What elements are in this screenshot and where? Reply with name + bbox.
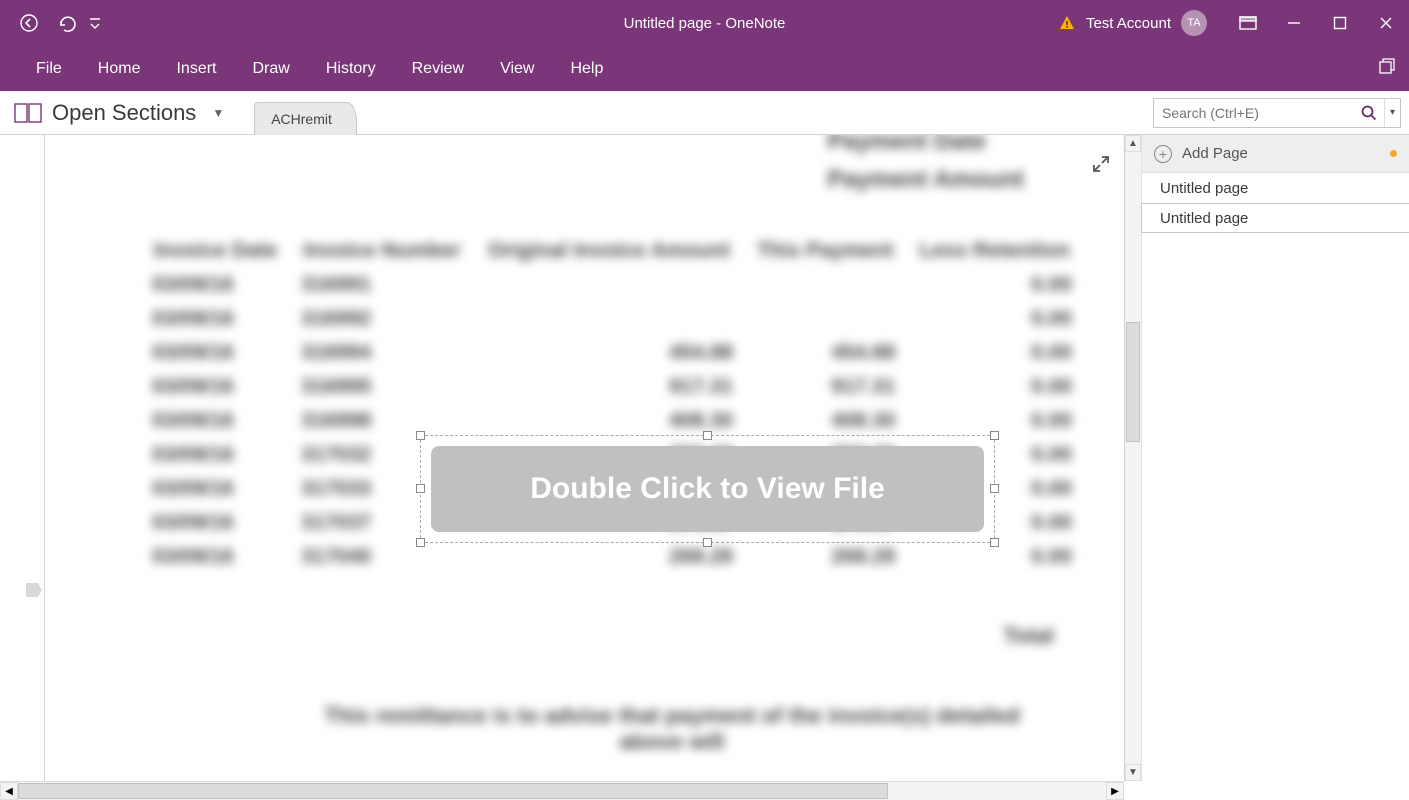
scroll-down-icon[interactable]: ▼: [1125, 764, 1141, 781]
scrollbar-thumb[interactable]: [1126, 322, 1140, 442]
maximize-button[interactable]: [1317, 0, 1363, 46]
back-button[interactable]: [10, 0, 48, 46]
resize-handle[interactable]: [416, 484, 425, 493]
section-tab-label: ACHremit: [271, 111, 332, 127]
ribbon-display-options-icon[interactable]: [1225, 0, 1271, 46]
restore-windows-icon[interactable]: [1377, 56, 1397, 81]
avatar[interactable]: TA: [1181, 10, 1207, 36]
section-toolbar: Open Sections ▼ ACHremit ▾: [0, 91, 1409, 135]
object-selection[interactable]: Double Click to View File: [420, 435, 995, 543]
search-box[interactable]: ▾: [1153, 98, 1401, 128]
qat-customize-icon[interactable]: [86, 0, 104, 46]
resize-handle[interactable]: [990, 484, 999, 493]
menu-insert[interactable]: Insert: [158, 50, 234, 88]
menu-review[interactable]: Review: [394, 50, 482, 88]
scroll-right-icon[interactable]: ▶: [1106, 782, 1124, 800]
window-title: Untitled page - OneNote: [624, 15, 786, 32]
note-container-handle[interactable]: [26, 583, 42, 597]
page-item-label: Untitled page: [1160, 210, 1248, 227]
page-item-label: Untitled page: [1160, 180, 1248, 197]
resize-handle[interactable]: [703, 538, 712, 547]
section-tab-achremit[interactable]: ACHremit: [254, 102, 357, 136]
notebook-label: Open Sections: [52, 100, 196, 126]
fullscreen-icon[interactable]: [1090, 153, 1112, 180]
notebook-icon: [14, 102, 42, 124]
menu-draw[interactable]: Draw: [234, 50, 307, 88]
page-item[interactable]: Untitled page: [1142, 173, 1409, 203]
vertical-scrollbar[interactable]: ▲ ▼: [1125, 135, 1142, 781]
resize-handle[interactable]: [990, 431, 999, 440]
search-icon[interactable]: [1354, 104, 1384, 122]
page-list-pane: ▲ ▼ + Add Page Untitled page Untitled pa…: [1124, 135, 1409, 781]
scrollbar-thumb[interactable]: [18, 783, 888, 799]
page-canvas[interactable]: Payment Date Payment Amount Invoice Date…: [0, 135, 1124, 781]
resize-handle[interactable]: [416, 431, 425, 440]
resize-handle[interactable]: [703, 431, 712, 440]
resize-handle[interactable]: [416, 538, 425, 547]
search-scope-dropdown[interactable]: ▾: [1384, 99, 1400, 127]
menu-help[interactable]: Help: [552, 50, 621, 88]
minimize-button[interactable]: [1271, 0, 1317, 46]
chevron-down-icon: ▼: [212, 106, 224, 120]
file-attachment[interactable]: Double Click to View File: [431, 446, 984, 532]
warning-icon[interactable]: [1058, 14, 1076, 32]
page-item[interactable]: Untitled page: [1141, 203, 1409, 233]
add-page-label: Add Page: [1182, 145, 1248, 162]
menu-history[interactable]: History: [308, 50, 394, 88]
menu-view[interactable]: View: [482, 50, 552, 88]
add-page-button[interactable]: + Add Page: [1142, 135, 1409, 173]
unsynced-indicator-icon: [1390, 150, 1397, 157]
resize-handle[interactable]: [990, 538, 999, 547]
close-button[interactable]: [1363, 0, 1409, 46]
search-input[interactable]: [1154, 105, 1354, 121]
notebook-picker[interactable]: Open Sections ▼: [14, 100, 240, 126]
scroll-up-icon[interactable]: ▲: [1125, 135, 1141, 152]
ribbon: File Home Insert Draw History Review Vie…: [0, 46, 1409, 91]
page-margin-line: [44, 135, 45, 781]
titlebar: Untitled page - OneNote Test Account TA: [0, 0, 1409, 46]
undo-button[interactable]: [48, 0, 86, 46]
attachment-label: Double Click to View File: [530, 472, 885, 506]
menu-file[interactable]: File: [18, 50, 80, 88]
horizontal-scrollbar[interactable]: ◀ ▶: [0, 781, 1124, 800]
account-name[interactable]: Test Account: [1086, 15, 1171, 32]
plus-icon: +: [1154, 145, 1172, 163]
scroll-left-icon[interactable]: ◀: [0, 782, 18, 800]
menu-home[interactable]: Home: [80, 50, 159, 88]
